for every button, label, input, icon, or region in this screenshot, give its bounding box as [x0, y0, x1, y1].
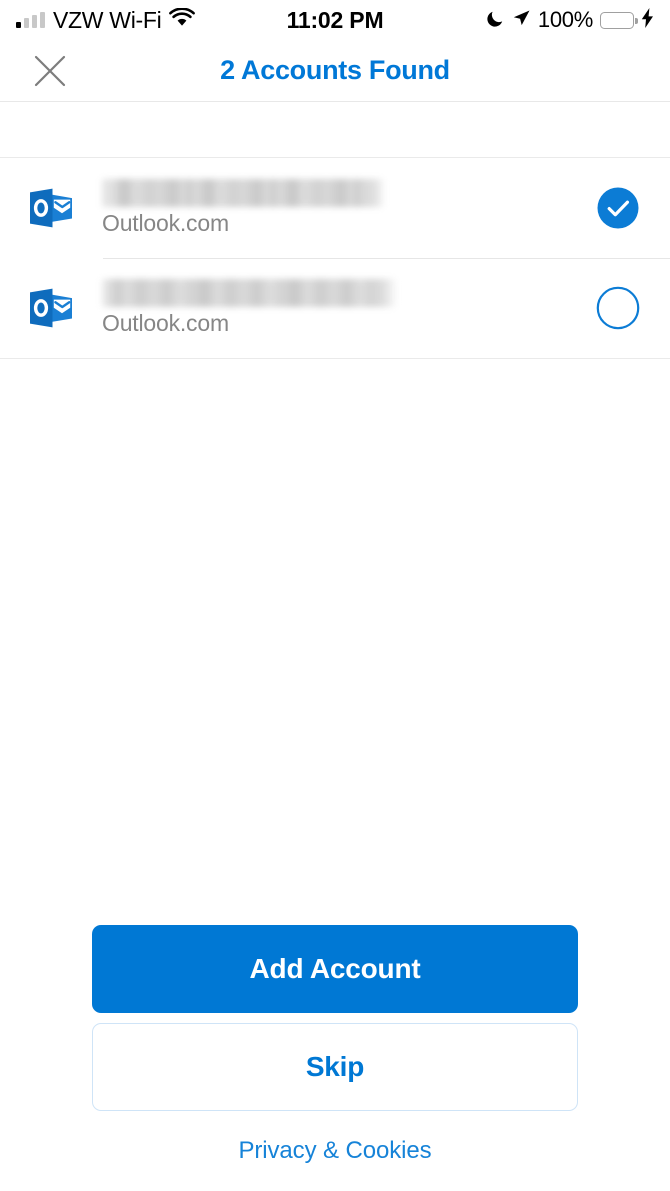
status-bar-right: 100% [486, 7, 654, 34]
account-row[interactable]: Outlook.com [0, 258, 670, 358]
bottom-action-area: Add Account Skip Privacy & Cookies [0, 925, 670, 1191]
outlook-logo-icon [28, 285, 74, 331]
account-provider-label: Outlook.com [102, 310, 229, 337]
add-account-button[interactable]: Add Account [92, 925, 578, 1013]
footer-link-wrap: Privacy & Cookies [92, 1137, 578, 1165]
carrier-label: VZW Wi-Fi [53, 6, 162, 33]
wifi-icon [169, 6, 196, 34]
account-email-redacted [102, 279, 396, 308]
close-x-icon [34, 55, 66, 86]
app-screen: VZW Wi-Fi 11:02 PM 100% 2 Accounts Found… [0, 0, 670, 1191]
charging-bolt-icon [641, 7, 654, 34]
account-unselected-circle-icon[interactable] [596, 286, 640, 330]
location-arrow-icon [512, 7, 531, 34]
account-row[interactable]: Outlook.com [0, 158, 670, 258]
status-bar-left: VZW Wi-Fi [16, 6, 196, 34]
account-provider-label: Outlook.com [102, 210, 229, 237]
privacy-and-cookies-link[interactable]: Privacy & Cookies [238, 1137, 431, 1165]
account-selected-checkmark-icon[interactable] [596, 186, 640, 230]
page-title: 2 Accounts Found [220, 55, 450, 85]
account-email-redacted [102, 179, 384, 208]
battery-percent-label: 100% [537, 7, 593, 32]
account-info: Outlook.com [102, 179, 580, 236]
skip-button[interactable]: Skip [92, 1023, 578, 1111]
signal-bars-icon [16, 12, 45, 28]
account-info: Outlook.com [102, 279, 580, 336]
account-list: Outlook.com Outlook.com [0, 158, 670, 359]
nav-header: 2 Accounts Found [0, 40, 670, 102]
list-header-spacer [0, 103, 670, 158]
outlook-logo-icon [28, 185, 74, 231]
close-button[interactable] [28, 49, 72, 93]
battery-icon [600, 11, 638, 29]
status-bar: VZW Wi-Fi 11:02 PM 100% [0, 0, 670, 40]
do-not-disturb-moon-icon [486, 7, 505, 34]
